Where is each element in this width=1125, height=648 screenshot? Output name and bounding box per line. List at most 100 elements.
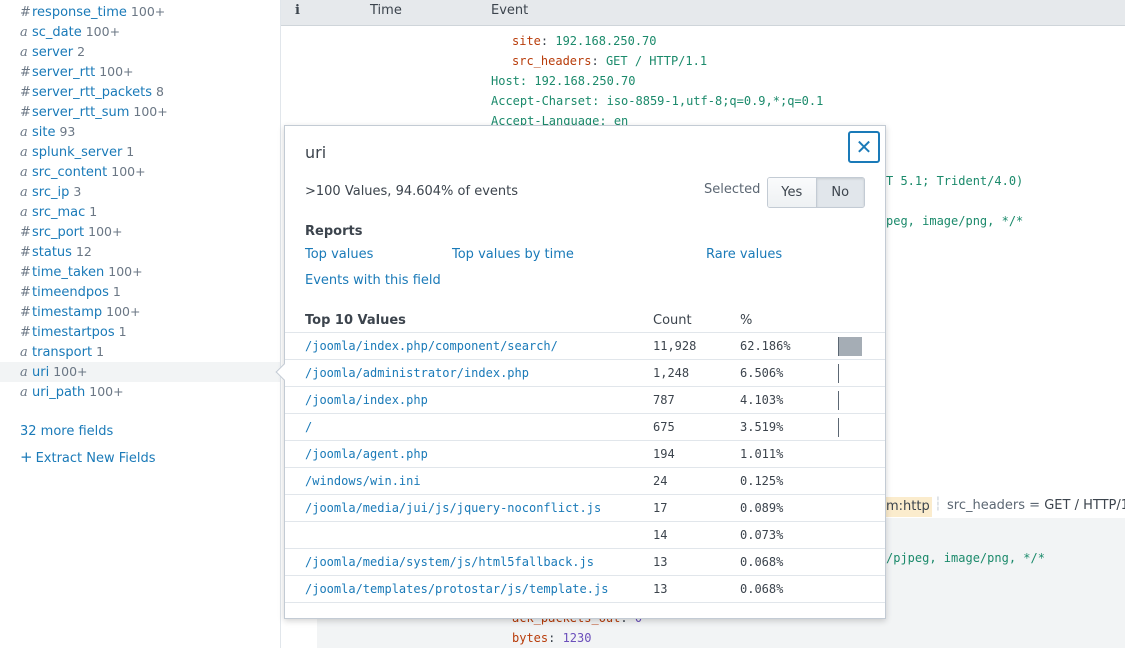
field-item-response-time[interactable]: #response_time 100+ (0, 2, 280, 22)
selected-yes-button[interactable]: Yes (768, 178, 816, 207)
field-value-highlight[interactable]: m:http (884, 497, 932, 517)
top-value-percent: 0.068% (740, 555, 784, 569)
field-item-server[interactable]: a server 2 (0, 42, 280, 62)
top-value-percent: 0.068% (740, 582, 784, 596)
string-type-icon: a (20, 45, 28, 60)
top-value-row[interactable]: /windows/win.ini 24 0.125% (285, 468, 885, 495)
top-value-row[interactable]: / 675 3.519% (285, 414, 885, 441)
field-item-site[interactable]: a site 93 (0, 122, 280, 142)
top-value-count: 13 (653, 582, 668, 596)
field-item-status[interactable]: #status 12 (0, 242, 280, 262)
events-table-header: i Time Event (281, 0, 1125, 26)
top-value-row[interactable]: /joomla/media/system/js/html5fallback.js… (285, 549, 885, 576)
field-count: 1 (112, 284, 121, 299)
src-headers-field[interactable]: src_headers = GET / HTTP/1.1 (947, 498, 1125, 513)
extract-new-fields-link[interactable]: + Extract New Fields (20, 448, 156, 466)
string-type-icon: a (20, 205, 28, 220)
top-value-row[interactable]: 14 0.073% (285, 522, 885, 549)
selected-no-button[interactable]: No (815, 178, 864, 207)
field-item-sc-date[interactable]: a sc_date 100+ (0, 22, 280, 42)
top-value-label[interactable]: /joomla/media/jui/js/jquery-noconflict.j… (305, 501, 601, 515)
field-name: time_taken (32, 265, 105, 280)
event-column-header[interactable]: Event (491, 3, 528, 18)
field-name: timeendpos (32, 285, 109, 300)
field-count: 100+ (53, 364, 88, 379)
field-item-src-port[interactable]: #src_port 100+ (0, 222, 280, 242)
field-count: 100+ (108, 264, 143, 279)
top-value-row[interactable]: /joomla/administrator/index.php 1,248 6.50… (285, 360, 885, 387)
field-count: 100+ (85, 24, 121, 39)
top-value-label[interactable]: /joomla/agent.php (305, 447, 428, 461)
field-name: response_time (32, 5, 127, 20)
field-name: uri (32, 365, 50, 380)
field-summary-popup: uri ✕ >100 Values, 94.604% of events Sel… (275, 125, 886, 619)
field-item-uri[interactable]: a uri 100+ (0, 362, 280, 382)
field-count: 3 (73, 184, 82, 199)
top-value-label[interactable]: /windows/win.ini (305, 474, 421, 488)
info-icon[interactable]: i (295, 3, 300, 18)
top-value-label[interactable]: /joomla/administrator/index.php (305, 366, 529, 380)
field-item-server-rtt-packets[interactable]: #server_rtt_packets 8 (0, 82, 280, 102)
field-name: splunk_server (32, 145, 123, 160)
percent-bar (838, 337, 862, 356)
top-values-by-time-link[interactable]: Top values by time (452, 247, 574, 262)
top-value-label[interactable]: /joomla/index.php (305, 393, 428, 407)
fields-sidebar: #response_time 100+ a sc_date 100+ a server 2 #s… (0, 0, 281, 648)
events-with-field-link[interactable]: Events with this field (305, 273, 441, 288)
top-value-percent: 6.506% (740, 366, 784, 380)
field-name: timestartpos (32, 325, 115, 340)
top-value-label[interactable]: /joomla/media/system/js/html5fallback.js (305, 555, 594, 569)
top-value-label[interactable]: /joomla/templates/protostar/js/template.… (305, 582, 608, 596)
field-count: 1 (118, 324, 127, 339)
top-values-link[interactable]: Top values (305, 247, 373, 262)
event-host-line: Host: 192.168.250.70 (491, 74, 636, 88)
field-item-splunk-server[interactable]: a splunk_server 1 (0, 142, 280, 162)
selected-label: Selected (704, 182, 761, 197)
field-name: timestamp (32, 305, 103, 320)
field-name: transport (32, 345, 93, 360)
field-count: 1 (126, 144, 135, 159)
field-item-server-rtt[interactable]: #server_rtt 100+ (0, 62, 280, 82)
field-name: server_rtt_packets (32, 85, 152, 100)
close-button[interactable]: ✕ (848, 131, 880, 163)
field-item-src-ip[interactable]: a src_ip 3 (0, 182, 280, 202)
top-value-label[interactable]: /joomla/index.php/component/search/ (305, 339, 558, 353)
string-type-icon: a (20, 125, 28, 140)
field-count: 100+ (88, 224, 123, 239)
field-item-timeendpos[interactable]: #timeendpos 1 (0, 282, 280, 302)
field-item-src-mac[interactable]: a src_mac 1 (0, 202, 280, 222)
field-count: 2 (77, 44, 86, 59)
field-item-transport[interactable]: a transport 1 (0, 342, 280, 362)
top-value-count: 24 (653, 474, 668, 488)
string-type-icon: a (20, 385, 28, 400)
field-item-server-rtt-sum[interactable]: #server_rtt_sum 100+ (0, 102, 280, 122)
top-value-row[interactable]: /joomla/index.php 787 4.103% (285, 387, 885, 414)
field-item-timestamp[interactable]: #timestamp 100+ (0, 302, 280, 322)
top-values-title: Top 10 Values (305, 313, 406, 328)
time-column-header[interactable]: Time (370, 3, 402, 18)
top-value-row[interactable]: /joomla/media/jui/js/jquery-noconflict.j… (285, 495, 885, 522)
field-item-time-taken[interactable]: #time_taken 100+ (0, 262, 280, 282)
field-count: 1 (96, 344, 105, 359)
top-value-row[interactable]: /joomla/templates/protostar/js/template.… (285, 576, 885, 603)
field-summary-text: >100 Values, 94.604% of events (305, 184, 519, 199)
event-accept-charset-line: Accept-Charset: iso-8859-1,utf-8;q=0.9,*… (491, 94, 824, 108)
field-item-timestartpos[interactable]: #timestartpos 1 (0, 322, 280, 342)
top-value-row[interactable]: /joomla/index.php/component/search/11,92… (285, 333, 885, 360)
top-value-label[interactable]: / (305, 420, 312, 434)
field-separator: ┆ (934, 497, 942, 512)
top-value-row[interactable]: /joomla/agent.php 194 1.011% (285, 441, 885, 468)
field-item-uri-path[interactable]: a uri_path 100+ (0, 382, 280, 402)
top-value-percent: 4.103% (740, 393, 784, 407)
more-fields-link[interactable]: 32 more fields (20, 424, 113, 439)
top-value-percent: 0.073% (740, 528, 784, 542)
field-item-src-content[interactable]: a src_content 100+ (0, 162, 280, 182)
string-type-icon: a (20, 165, 28, 180)
field-count: 8 (156, 84, 164, 99)
rare-values-link[interactable]: Rare values (706, 247, 782, 262)
count-column-header: Count (653, 313, 692, 328)
top-value-percent: 62.186% (740, 339, 791, 353)
number-type-icon: # (20, 285, 31, 300)
field-count: 100+ (106, 304, 141, 319)
field-count: 93 (59, 124, 76, 139)
